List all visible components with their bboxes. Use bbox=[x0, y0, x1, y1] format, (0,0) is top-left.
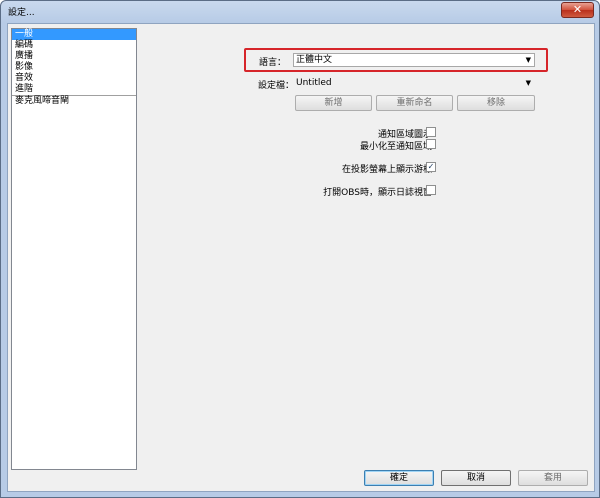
dialog-body: 一般 編碼 廣播 影像 音效 進階 麥克風啼音閘 語言： 正體中文 ▼ 設定檔：… bbox=[7, 23, 595, 492]
window-title: 設定... bbox=[8, 8, 35, 18]
chevron-down-icon: ▼ bbox=[525, 79, 531, 87]
title-bar[interactable]: 設定... ✕ bbox=[1, 1, 599, 21]
settings-category-list: 一般 編碼 廣播 影像 音效 進階 麥克風啼音閘 bbox=[11, 28, 137, 470]
add-profile-button[interactable]: 新增 bbox=[295, 95, 372, 111]
tray-icon-checkbox[interactable] bbox=[426, 127, 436, 137]
profile-value: Untitled bbox=[296, 78, 332, 88]
language-value: 正體中文 bbox=[296, 55, 333, 65]
ok-button[interactable]: 確定 bbox=[364, 470, 434, 486]
language-label: 語言： bbox=[259, 58, 287, 68]
sidebar-item-broadcast[interactable]: 廣播 bbox=[12, 51, 136, 62]
minimize-to-tray-label: 最小化至通知區域 bbox=[359, 142, 432, 152]
show-cursor-label: 在投影螢幕上顯示游標 bbox=[341, 165, 432, 175]
language-select[interactable]: 正體中文 ▼ bbox=[293, 53, 535, 67]
sidebar-item-advanced[interactable]: 進階 bbox=[12, 84, 136, 95]
chevron-down-icon: ▼ bbox=[525, 56, 531, 64]
show-log-window-checkbox[interactable] bbox=[426, 185, 436, 195]
sidebar-item-video[interactable]: 影像 bbox=[12, 62, 136, 73]
apply-button[interactable]: 套用 bbox=[518, 470, 588, 486]
profile-select[interactable]: Untitled ▼ bbox=[293, 76, 535, 90]
sidebar-item-encoding[interactable]: 編碼 bbox=[12, 40, 136, 51]
close-icon: ✕ bbox=[572, 3, 583, 16]
settings-window: 設定... ✕ 一般 編碼 廣播 影像 音效 進階 麥克風啼音閘 語言： 正體中… bbox=[0, 0, 600, 498]
show-log-window-label: 打開OBS時，顯示日誌視窗 bbox=[323, 188, 432, 198]
remove-profile-button[interactable]: 移除 bbox=[457, 95, 535, 111]
show-cursor-checkbox[interactable]: ✓ bbox=[426, 162, 436, 172]
close-button[interactable]: ✕ bbox=[561, 2, 594, 18]
cancel-button[interactable]: 取消 bbox=[441, 470, 511, 486]
rename-profile-button[interactable]: 重新命名 bbox=[376, 95, 453, 111]
sidebar-item-microphone-noise-gate[interactable]: 麥克風啼音閘 bbox=[12, 95, 136, 106]
check-icon: ✓ bbox=[427, 162, 435, 171]
minimize-to-tray-checkbox[interactable] bbox=[426, 139, 436, 149]
sidebar-item-general[interactable]: 一般 bbox=[12, 29, 136, 40]
sidebar-item-audio[interactable]: 音效 bbox=[12, 73, 136, 84]
profile-label: 設定檔： bbox=[258, 81, 295, 91]
